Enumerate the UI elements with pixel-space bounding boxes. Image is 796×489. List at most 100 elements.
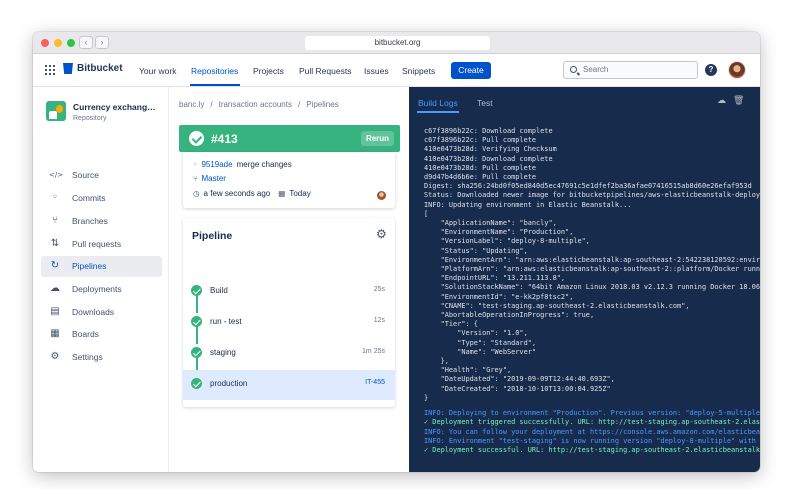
repository-sidebar: Currency exchang… Repository </> Source … [33,87,169,472]
log-line: "Name": "WebServer" [424,347,537,356]
log-line: "DateUpdated": "2019-09-09T12:44:40.693Z… [424,375,615,384]
run-number: #413 [211,132,238,146]
committer-avatar[interactable] [377,191,386,200]
browser-toolbar: ‹ › bitbucket.org [33,32,760,54]
maximize-window-button[interactable] [67,39,75,47]
settings-icon: ⚙ [50,351,60,362]
cloud-download-icon[interactable]: ☁ [717,96,726,106]
trash-icon[interactable]: 🗑 [733,96,744,106]
sidebar-item-label: Branches [72,216,108,226]
calendar-icon: ▦ [278,189,286,198]
sidebar-item-branches[interactable]: ⑂ Branches [41,211,162,232]
run-date: Today [289,189,311,198]
log-line: "AbortableOperationInProgress": true, [424,311,595,320]
logo-text: Bitbucket [77,63,123,74]
help-icon[interactable]: ? [705,64,717,76]
breadcrumb-item-workspace[interactable]: banc.ly [179,100,204,109]
commit-message: merge changes [236,160,292,169]
pipeline-step-run-test[interactable]: run - test 12s [183,308,395,338]
sidebar-item-pipelines[interactable]: ↻ Pipelines [41,256,162,277]
pipeline-step-build[interactable]: Build 25s [183,277,395,307]
active-tab-indicator [417,111,459,113]
search-input[interactable]: Search [563,61,698,79]
log-line: c67f3896b22c: Download complete [424,127,553,135]
log-line: "EndpointURL": "13.211.113.8", [424,274,566,283]
bitbucket-logo[interactable]: Bitbucket [63,63,123,74]
log-line: "EnvironmentArn": "arn:aws:elasticbeanst… [424,255,760,264]
breadcrumb: banc.ly / transaction accounts / Pipelines [179,100,339,109]
sidebar-item-downloads[interactable]: ▤ Downloads [41,302,162,323]
success-check-icon [191,316,202,327]
nav-projects[interactable]: Projects [253,66,284,76]
address-bar[interactable]: bitbucket.org [305,36,490,50]
commit-line: ◦ 9519ade merge changes [193,160,292,169]
log-line: "VersionLabel": "deploy-8-multiple", [424,237,590,246]
commit-icon: ◦ [193,160,198,169]
breadcrumb-separator: / [210,100,213,109]
pipeline-step-production[interactable]: production IT-455 [183,370,395,400]
search-icon [570,66,577,73]
log-line: 410e0473b28d: Pull complete [424,163,537,172]
commit-hash-link[interactable]: 9519ade [201,160,232,169]
log-line: "SolutionStackName": "64bit Amazon Linux… [424,283,760,292]
log-line: } [424,393,429,402]
pipeline-step-staging[interactable]: staging 1m 25s [183,339,395,369]
log-line: ✓ Deployment successful. URL: http://tes… [424,445,760,454]
log-line: "ApplicationName": "bancly", [424,219,557,228]
repository-avatar [46,101,66,121]
log-line: }, [424,357,449,366]
deployment-issue-link[interactable]: IT-455 [365,379,385,386]
breadcrumb-separator: / [297,100,301,109]
tab-build-logs[interactable]: Build Logs [418,98,458,108]
close-window-button[interactable] [41,39,49,47]
sidebar-item-pull-requests[interactable]: ⇅ Pull requests [41,234,162,255]
user-avatar[interactable] [728,61,746,79]
log-line: INFO: Environment "test-staging" is now … [424,436,760,445]
run-time: a few seconds ago [203,189,271,198]
active-nav-indicator [190,84,240,86]
nav-repositories[interactable]: Repositories [191,66,238,76]
sidebar-item-label: Pipelines [72,261,107,271]
step-duration: 1m 25s [362,348,385,355]
tab-test[interactable]: Test [477,98,493,108]
sidebar-item-deployments[interactable]: ☁ Deployments [41,279,162,300]
back-button[interactable]: ‹ [79,36,93,49]
success-check-icon [191,378,202,389]
log-line: "Status": "Updating", [424,246,528,255]
log-line: "EnvironmentId": "e-kk2pf8tsc2", [424,292,574,301]
repository-name[interactable]: Currency exchang… [73,102,156,112]
deployments-icon: ☁ [50,283,60,294]
commit-icon: ◦ [52,192,58,203]
branch-link[interactable]: Master [202,174,226,183]
log-line: 410e0473b28d: Download complete [424,154,553,163]
step-duration: 12s [373,317,385,324]
create-button[interactable]: Create [451,62,491,79]
sidebar-item-commits[interactable]: ◦ Commits [41,188,162,209]
gear-icon[interactable]: ⚙ [376,228,387,240]
log-line: 410e0473b28d: Verifying Checksum [424,145,557,154]
nav-pull-requests[interactable]: Pull Requests [299,66,351,76]
sidebar-item-label: Boards [72,329,99,339]
log-line: d9d47b4d6b6e: Pull complete [424,173,537,182]
breadcrumb-item-pipelines[interactable]: Pipelines [306,100,338,109]
log-line: "Health": "Grey", [424,366,512,375]
sidebar-item-settings[interactable]: ⚙ Settings [41,347,162,368]
app-switcher-icon[interactable] [45,65,55,75]
sidebar-item-label: Deployments [72,284,122,294]
forward-button[interactable]: › [95,36,109,49]
log-line: INFO: You can follow your deployment at … [424,427,760,436]
sidebar-item-boards[interactable]: ▦ Boards [41,324,162,345]
nav-your-work[interactable]: Your work [139,66,176,76]
breadcrumb-item-repository[interactable]: transaction accounts [219,100,292,109]
build-logs-panel: Build Logs Test ☁ 🗑 c67f3896b22c: Downlo… [409,87,760,472]
nav-snippets[interactable]: Snippets [402,66,435,76]
rerun-button[interactable]: Rerun [361,131,394,146]
minimize-window-button[interactable] [54,39,62,47]
downloads-icon: ▤ [50,306,60,317]
success-check-icon [189,131,204,146]
log-line: [ [424,209,429,218]
sidebar-item-source[interactable]: </> Source [41,165,162,186]
log-line: INFO: Deploying to environment "Producti… [424,409,760,418]
window-controls [41,39,75,47]
nav-issues[interactable]: Issues [364,66,389,76]
